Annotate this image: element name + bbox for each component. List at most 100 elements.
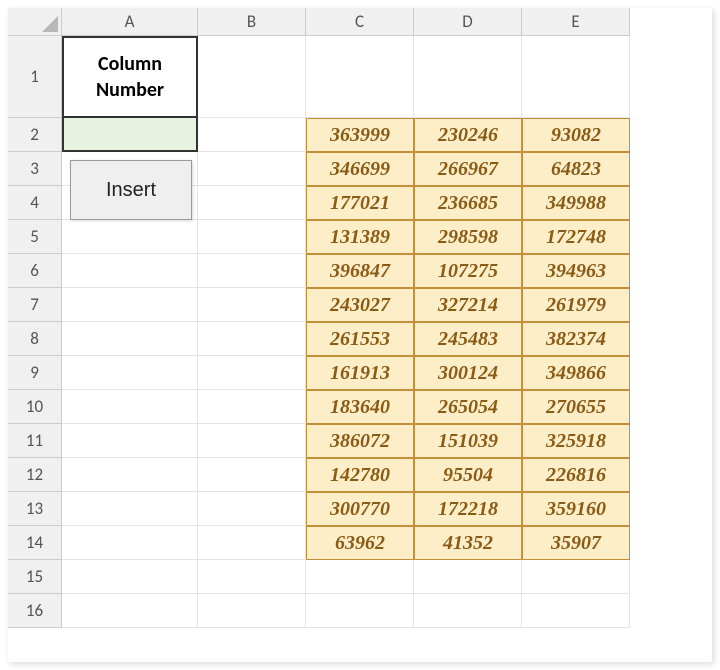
data-cell[interactable]: 63962 [306,526,414,560]
cell-B8[interactable] [198,322,306,356]
cell-A5[interactable] [62,220,198,254]
column-number-input[interactable] [62,118,198,152]
cell-B13[interactable] [198,492,306,526]
row-header-15[interactable]: 15 [8,560,62,594]
cell-A10[interactable] [62,390,198,424]
cell-B16[interactable] [198,594,306,628]
data-cell[interactable]: 93082 [522,118,630,152]
cell-C15[interactable] [306,560,414,594]
data-cell[interactable]: 161913 [306,356,414,390]
column-header-e[interactable]: E [522,8,630,36]
cell-B4[interactable] [198,186,306,220]
row-header-5[interactable]: 5 [8,220,62,254]
cell-A11[interactable] [62,424,198,458]
data-cell[interactable]: 346699 [306,152,414,186]
data-cell[interactable]: 245483 [414,322,522,356]
cell-E16[interactable] [522,594,630,628]
data-cell[interactable]: 298598 [414,220,522,254]
cell-A12[interactable] [62,458,198,492]
data-cell[interactable]: 172218 [414,492,522,526]
cell-D1[interactable] [414,36,522,118]
column-header-c[interactable]: C [306,8,414,36]
data-cell[interactable]: 230246 [414,118,522,152]
cell-B10[interactable] [198,390,306,424]
data-cell[interactable]: 300770 [306,492,414,526]
cell-D16[interactable] [414,594,522,628]
data-cell[interactable]: 243027 [306,288,414,322]
column-header-b[interactable]: B [198,8,306,36]
cell-B12[interactable] [198,458,306,492]
data-cell[interactable]: 35907 [522,526,630,560]
cell-B1[interactable] [198,36,306,118]
data-cell[interactable]: 386072 [306,424,414,458]
row-header-4[interactable]: 4 [8,186,62,220]
cell-A6[interactable] [62,254,198,288]
data-cell[interactable]: 226816 [522,458,630,492]
row-header-3[interactable]: 3 [8,152,62,186]
row-header-1[interactable]: 1 [8,36,62,118]
select-all-corner[interactable] [8,8,62,36]
row-header-13[interactable]: 13 [8,492,62,526]
cell-A13[interactable] [62,492,198,526]
data-cell[interactable]: 261553 [306,322,414,356]
data-cell[interactable]: 359160 [522,492,630,526]
row-header-7[interactable]: 7 [8,288,62,322]
data-cell[interactable]: 300124 [414,356,522,390]
cell-B11[interactable] [198,424,306,458]
column-header-d[interactable]: D [414,8,522,36]
data-cell[interactable]: 64823 [522,152,630,186]
data-cell[interactable]: 394963 [522,254,630,288]
cell-A8[interactable] [62,322,198,356]
data-cell[interactable]: 95504 [414,458,522,492]
row-header-10[interactable]: 10 [8,390,62,424]
cell-B6[interactable] [198,254,306,288]
row-header-9[interactable]: 9 [8,356,62,390]
data-cell[interactable]: 265054 [414,390,522,424]
row-header-11[interactable]: 11 [8,424,62,458]
data-cell[interactable]: 131389 [306,220,414,254]
row-header-8[interactable]: 8 [8,322,62,356]
cell-B3[interactable] [198,152,306,186]
data-cell[interactable]: 396847 [306,254,414,288]
cell-A9[interactable] [62,356,198,390]
cell-A14[interactable] [62,526,198,560]
cell-C1[interactable] [306,36,414,118]
cell-B7[interactable] [198,288,306,322]
data-cell[interactable]: 363999 [306,118,414,152]
cell-B14[interactable] [198,526,306,560]
row-header-16[interactable]: 16 [8,594,62,628]
row-header-12[interactable]: 12 [8,458,62,492]
cell-B15[interactable] [198,560,306,594]
data-cell[interactable]: 41352 [414,526,522,560]
cell-D15[interactable] [414,560,522,594]
cell-B9[interactable] [198,356,306,390]
data-cell[interactable]: 349988 [522,186,630,220]
cell-E15[interactable] [522,560,630,594]
data-cell[interactable]: 151039 [414,424,522,458]
data-cell[interactable]: 327214 [414,288,522,322]
column-header-a[interactable]: A [62,8,198,36]
cell-A16[interactable] [62,594,198,628]
cell-C16[interactable] [306,594,414,628]
data-cell[interactable]: 349866 [522,356,630,390]
cell-E1[interactable] [522,36,630,118]
data-cell[interactable]: 172748 [522,220,630,254]
row-header-14[interactable]: 14 [8,526,62,560]
data-cell[interactable]: 177021 [306,186,414,220]
row-header-6[interactable]: 6 [8,254,62,288]
cell-A7[interactable] [62,288,198,322]
cell-A1[interactable]: ColumnNumber [62,36,198,118]
data-cell[interactable]: 382374 [522,322,630,356]
data-cell[interactable]: 261979 [522,288,630,322]
cell-B2[interactable] [198,118,306,152]
data-cell[interactable]: 270655 [522,390,630,424]
data-cell[interactable]: 266967 [414,152,522,186]
data-cell[interactable]: 236685 [414,186,522,220]
data-cell[interactable]: 142780 [306,458,414,492]
cell-B5[interactable] [198,220,306,254]
data-cell[interactable]: 107275 [414,254,522,288]
insert-button[interactable]: Insert [70,160,192,220]
cell-A15[interactable] [62,560,198,594]
row-header-2[interactable]: 2 [8,118,62,152]
data-cell[interactable]: 183640 [306,390,414,424]
